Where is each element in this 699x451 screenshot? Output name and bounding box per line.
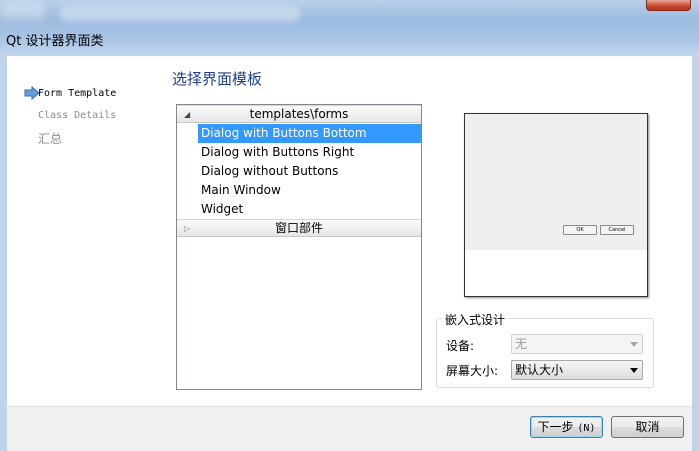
background-blur xyxy=(0,2,45,20)
collapse-triangle-icon[interactable]: ◢ xyxy=(184,106,190,123)
tree-item-dialog-buttons-right[interactable]: Dialog with Buttons Right xyxy=(198,143,421,162)
preview-cancel-button: Cancel xyxy=(600,225,634,235)
dropdown-arrow-icon xyxy=(630,342,638,347)
tree-item-widget[interactable]: Widget xyxy=(198,200,421,219)
expand-triangle-icon[interactable]: ▷ xyxy=(184,220,190,237)
title-bar xyxy=(0,0,699,56)
background-blur xyxy=(60,6,300,22)
screen-size-value: 默认大小 xyxy=(515,363,564,377)
device-label: 设备: xyxy=(446,339,475,353)
template-tree[interactable]: ◢ templates\forms Dialog with Buttons Bo… xyxy=(176,104,422,390)
dropdown-arrow-icon[interactable] xyxy=(630,368,638,373)
screen-size-combo[interactable]: 默认大小 xyxy=(511,360,643,380)
nav-step-form-template: Form Template xyxy=(38,88,117,99)
nav-step-summary: 汇总 xyxy=(38,132,63,146)
category-label: templates\forms xyxy=(249,107,349,121)
device-value: 无 xyxy=(515,337,528,351)
close-button[interactable] xyxy=(646,0,691,11)
preview-ok-button: OK xyxy=(563,225,597,235)
next-button-label: 下一步 xyxy=(537,420,574,434)
page-title: 选择界面模板 xyxy=(172,70,263,88)
screen-size-label: 屏幕大小: xyxy=(446,364,499,378)
device-combo: 无 xyxy=(511,334,643,354)
cancel-button[interactable]: 取消 xyxy=(611,416,684,438)
category-header-widgets[interactable]: ▷ 窗口部件 xyxy=(177,219,421,237)
category-label: 窗口部件 xyxy=(274,221,323,235)
window-title: Qt 设计器界面类 xyxy=(6,34,104,49)
tree-item-dialog-without-buttons[interactable]: Dialog without Buttons xyxy=(198,162,421,181)
group-title: 嵌入式设计 xyxy=(442,311,509,328)
preview-dialog: OK Cancel xyxy=(465,114,647,250)
nav-step-class-details: Class Details xyxy=(38,110,117,121)
template-preview: OK Cancel xyxy=(464,113,648,297)
next-button[interactable]: 下一步 (N) xyxy=(530,416,603,438)
window-frame-right xyxy=(692,56,699,451)
category-header-templates-forms[interactable]: ◢ templates\forms xyxy=(177,105,421,123)
window-frame-left xyxy=(0,56,7,451)
next-button-mnemonic: (N) xyxy=(577,423,596,434)
tree-item-dialog-buttons-bottom[interactable]: Dialog with Buttons Bottom xyxy=(198,124,421,143)
tree-item-main-window[interactable]: Main Window xyxy=(198,181,421,200)
